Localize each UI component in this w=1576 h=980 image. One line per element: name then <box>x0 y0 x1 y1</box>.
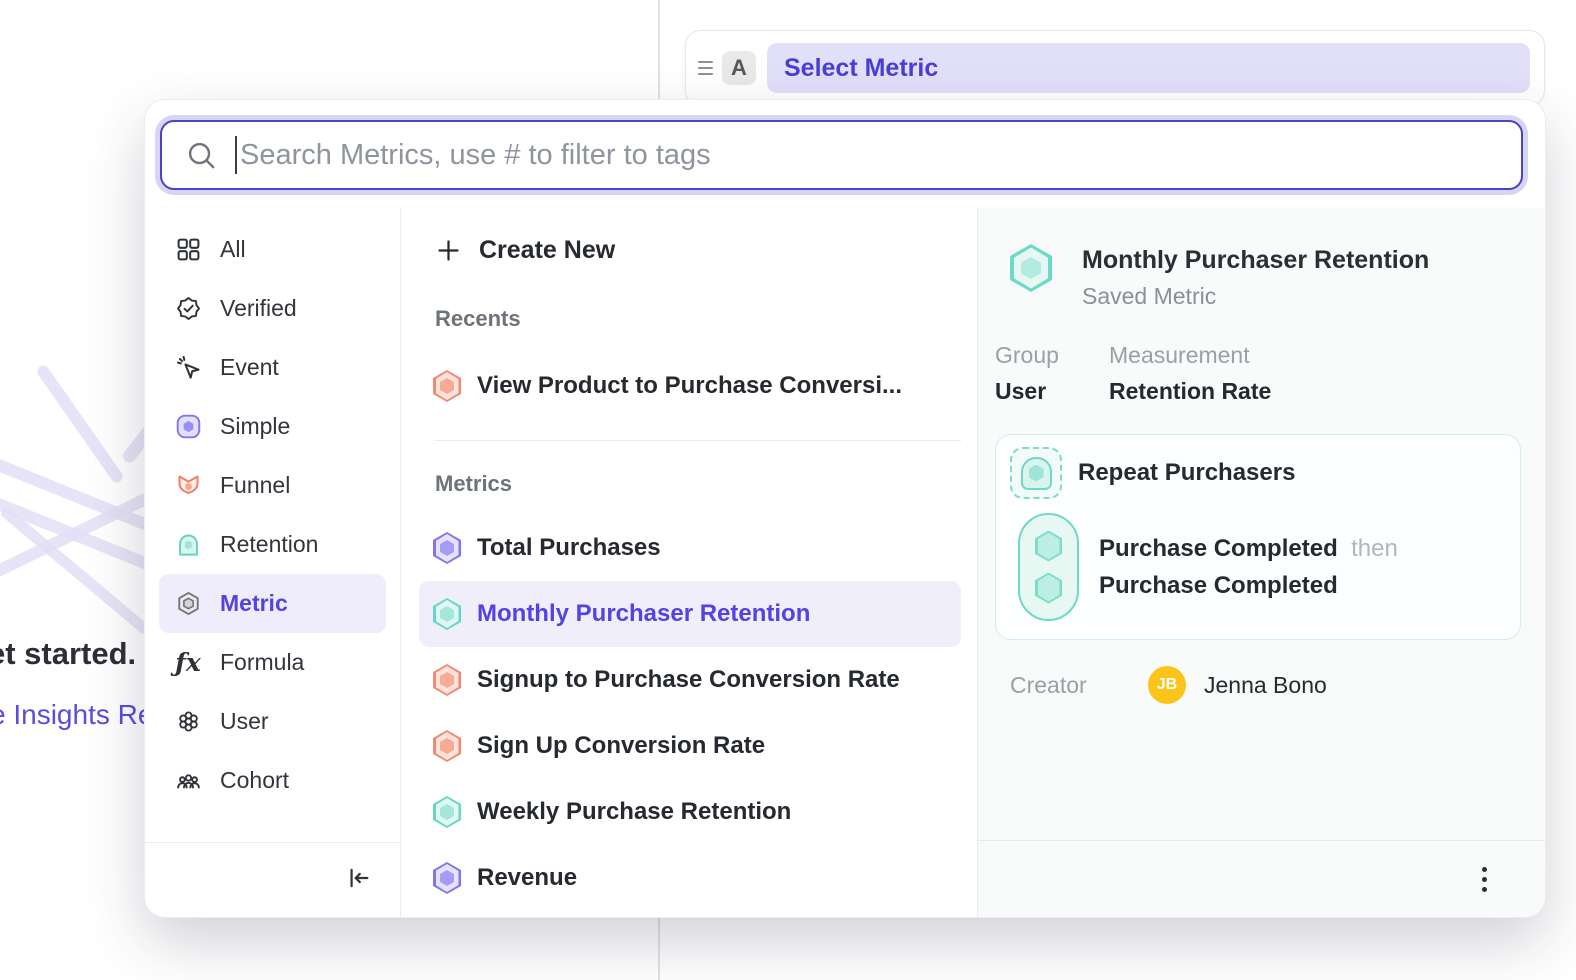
background-illustration-line <box>35 363 125 485</box>
sidebar-item-label: Event <box>220 354 279 381</box>
sidebar-item-label: User <box>220 708 269 735</box>
verified-badge-icon <box>174 295 202 323</box>
retention-metric-icon <box>433 796 461 828</box>
more-options-button[interactable] <box>1476 861 1493 898</box>
sidebar-item-label: Simple <box>220 413 290 440</box>
retention-metric-icon <box>433 598 461 630</box>
detail-title: Monthly Purchaser Retention <box>1082 246 1429 275</box>
metric-row-label: Sign Up Conversion Rate <box>477 732 765 760</box>
sidebar-item-cohort[interactable]: Cohort <box>159 751 386 810</box>
sidebar-item-metric[interactable]: Metric <box>159 574 386 633</box>
metric-definition-card: Repeat Purchasers Purchase Completed the… <box>995 434 1521 640</box>
text-cursor <box>235 136 237 174</box>
funnel-metric-icon <box>433 664 461 696</box>
background-illustration-line <box>0 505 151 636</box>
metric-picker-modal: All Verified <box>145 100 1545 917</box>
plus-icon <box>435 237 462 264</box>
sidebar-item-label: Metric <box>220 590 288 617</box>
sidebar-footer <box>145 842 400 917</box>
collapse-left-icon <box>344 864 372 892</box>
metric-row-label: Revenue <box>477 864 577 892</box>
search-box[interactable] <box>160 120 1523 190</box>
sidebar-item-simple[interactable]: Simple <box>159 397 386 456</box>
create-new-label: Create New <box>479 236 615 265</box>
retention-icon <box>174 531 202 559</box>
recents-section-header: Recents <box>435 306 961 332</box>
sidebar-item-label: Retention <box>220 531 318 558</box>
detail-subtitle: Saved Metric <box>1082 283 1429 310</box>
sidebar-item-all[interactable]: All <box>159 220 386 279</box>
funnel-icon <box>174 472 202 500</box>
search-row <box>145 100 1545 208</box>
group-value: User <box>995 378 1085 405</box>
definition-step1: Purchase Completed <box>1099 535 1338 562</box>
sidebar-item-label: All <box>220 236 246 263</box>
metric-row-selected[interactable]: Monthly Purchaser Retention <box>419 581 961 647</box>
metric-list-column: Create New Recents View Product to Purch… <box>401 208 978 917</box>
retention-metric-icon <box>1010 244 1052 292</box>
background-heading-partial: et started. <box>0 636 136 672</box>
funnel-metric-icon <box>433 730 461 762</box>
metric-row[interactable]: Sign Up Conversion Rate <box>419 713 961 779</box>
create-new-button[interactable]: Create New <box>435 220 961 280</box>
simple-metric-icon <box>433 532 461 564</box>
sidebar-item-formula[interactable]: ƒx Formula <box>159 633 386 692</box>
event-sequence-icon <box>1018 513 1079 621</box>
metric-row-label: Total Purchases <box>477 534 661 562</box>
sidebar-item-funnel[interactable]: Funnel <box>159 456 386 515</box>
recent-metric-label: View Product to Purchase Conversi... <box>477 372 902 400</box>
metric-row-label: Weekly Purchase Retention <box>477 798 791 826</box>
sidebar-item-label: Formula <box>220 649 304 676</box>
background-insights-link-partial[interactable]: e Insights Re <box>0 699 153 731</box>
metric-letter-badge: A <box>722 51 756 85</box>
detail-footer <box>978 840 1545 917</box>
sidebar-item-event[interactable]: Event <box>159 338 386 397</box>
metric-row[interactable]: Weekly Purchase Retention <box>419 779 961 845</box>
sidebar-item-retention[interactable]: Retention <box>159 515 386 574</box>
formula-icon: ƒx <box>174 649 202 677</box>
user-cluster-icon <box>174 708 202 736</box>
creator-row: Creator JB Jenna Bono <box>995 666 1521 704</box>
collapse-sidebar-button[interactable] <box>344 864 372 897</box>
metric-row[interactable]: Revenue <box>419 845 961 911</box>
metric-row[interactable]: Signup to Purchase Conversion Rate <box>419 647 961 713</box>
metric-row-label: Monthly Purchaser Retention <box>477 600 810 628</box>
search-input[interactable] <box>240 139 1497 172</box>
metric-row[interactable]: Total Purchases <box>419 515 961 581</box>
simple-metric-icon <box>174 413 202 441</box>
list-divider <box>435 440 961 441</box>
cohort-definition-icon <box>1010 447 1062 499</box>
funnel-metric-icon <box>433 370 461 402</box>
metric-detail-panel: Monthly Purchaser Retention Saved Metric… <box>978 208 1545 917</box>
select-metric-label: Select Metric <box>784 54 938 83</box>
definition-name: Repeat Purchasers <box>1078 459 1295 487</box>
metric-row-bar: A Select Metric <box>685 30 1545 106</box>
grid-icon <box>174 236 202 264</box>
measurement-value: Retention Rate <box>1109 378 1271 405</box>
event-cursor-icon <box>174 354 202 382</box>
definition-step2: Purchase Completed <box>1099 572 1398 600</box>
metric-row-label: Signup to Purchase Conversion Rate <box>477 666 900 694</box>
sidebar-item-label: Cohort <box>220 767 289 794</box>
simple-metric-icon <box>433 862 461 894</box>
creator-name: Jenna Bono <box>1204 672 1327 699</box>
cohort-people-icon <box>174 767 202 795</box>
sidebar-item-label: Verified <box>220 295 297 322</box>
detail-meta: Group User Measurement Retention Rate <box>995 342 1521 405</box>
metrics-section-header: Metrics <box>435 471 961 497</box>
measurement-label: Measurement <box>1109 342 1271 369</box>
creator-avatar: JB <box>1148 666 1186 704</box>
detail-header: Monthly Purchaser Retention Saved Metric <box>995 244 1521 310</box>
sidebar-item-verified[interactable]: Verified <box>159 279 386 338</box>
creator-label: Creator <box>1010 672 1148 699</box>
sidebar-item-user[interactable]: User <box>159 692 386 751</box>
sidebar-item-label: Funnel <box>220 472 290 499</box>
drag-handle-icon[interactable] <box>698 61 713 75</box>
group-label: Group <box>995 342 1085 369</box>
recent-metric-row[interactable]: View Product to Purchase Conversi... <box>419 354 961 418</box>
search-icon <box>186 140 217 171</box>
filter-sidebar: All Verified <box>145 208 401 917</box>
select-metric-button[interactable]: Select Metric <box>767 43 1530 93</box>
metric-hexagon-icon <box>174 590 202 618</box>
